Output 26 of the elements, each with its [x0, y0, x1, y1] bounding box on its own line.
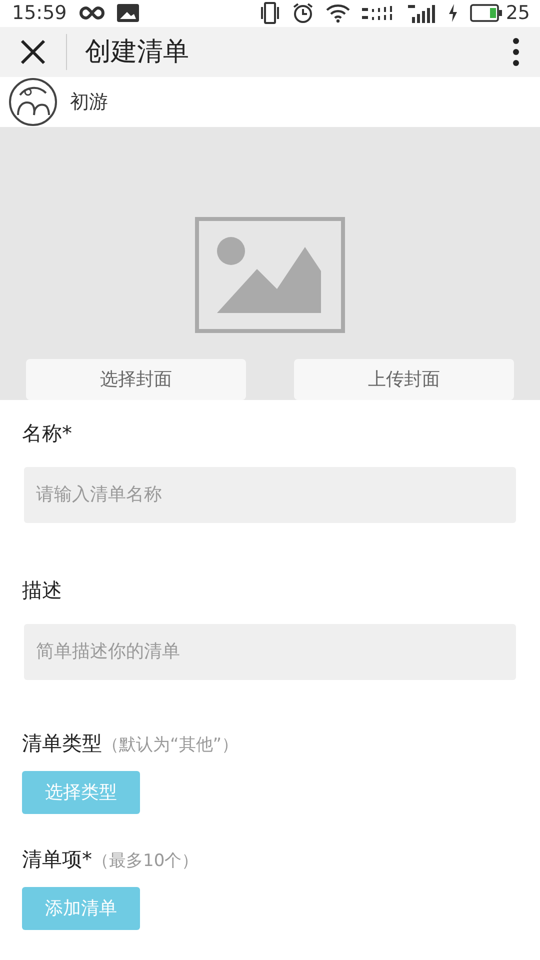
field-label: 描述: [22, 576, 63, 604]
wifi-icon: [326, 3, 350, 24]
section-label: 清单项*: [22, 846, 92, 873]
more-menu-icon[interactable]: [512, 36, 520, 67]
input-field[interactable]: 简单描述你的清单: [24, 624, 516, 680]
section-label: 清单类型: [22, 730, 102, 757]
section-hint: （默认为“其他”）: [102, 734, 239, 756]
image-placeholder-icon: [195, 216, 345, 333]
field-label: 名称*: [22, 420, 73, 447]
cover-button[interactable]: 选择封面: [26, 358, 246, 400]
infinity-icon: [78, 6, 105, 20]
status-time: 15:59: [12, 2, 67, 24]
avatar-drawing: [8, 76, 58, 127]
charging-icon: [448, 4, 458, 22]
vibrate-icon: [260, 2, 280, 24]
image-notification-icon: [116, 4, 139, 22]
battery-percentage: 25: [506, 2, 530, 24]
input-field[interactable]: 请输入清单名称: [24, 466, 516, 523]
section-hint: （最多10个）: [92, 850, 199, 872]
signal-icon: [408, 3, 436, 24]
close-icon[interactable]: [20, 38, 46, 65]
page-title: 创建清单: [85, 36, 190, 70]
battery-icon: [470, 4, 502, 22]
account-name: 初游: [70, 90, 108, 115]
alarm-icon: [292, 2, 314, 24]
cover-button[interactable]: 上传封面: [294, 358, 514, 400]
